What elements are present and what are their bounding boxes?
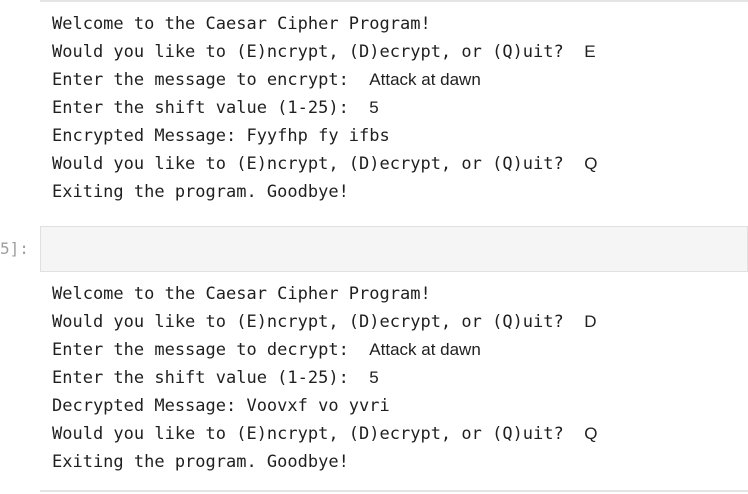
shift-answer: 5 (369, 98, 379, 117)
cell-output-encrypt: Welcome to the Caesar Cipher Program! Wo… (52, 10, 742, 206)
output-line-exit: Exiting the program. Goodbye! (52, 452, 349, 472)
output-line-result: Encrypted Message: Fyyfhp fy ifbs (52, 126, 390, 146)
output-line-exit: Exiting the program. Goodbye! (52, 182, 349, 202)
output-line-result: Decrypted Message: Voovxf vo yvri (52, 396, 390, 416)
shift-answer: 5 (369, 368, 379, 387)
output-line-message-prompt: Enter the message to decrypt: Attack at … (52, 340, 481, 360)
message-answer: Attack at dawn (369, 340, 481, 359)
cell-output-decrypt: Welcome to the Caesar Cipher Program! Wo… (52, 280, 742, 476)
output-line-shift-prompt: Enter the shift value (1-25): 5 (52, 98, 379, 118)
output-line-menu-prompt: Would you like to (E)ncrypt, (D)ecrypt, … (52, 42, 596, 62)
output-line-menu-prompt-2: Would you like to (E)ncrypt, (D)ecrypt, … (52, 154, 598, 174)
code-cell-input[interactable] (40, 226, 748, 272)
cell-execution-count: 5]: (0, 239, 29, 258)
next-cell-border (40, 490, 748, 492)
output-line-shift-prompt: Enter the shift value (1-25): 5 (52, 368, 379, 388)
output-line-menu-prompt-2: Would you like to (E)ncrypt, (D)ecrypt, … (52, 424, 598, 444)
menu-answer-2: Q (584, 154, 598, 173)
menu-answer: E (584, 42, 596, 61)
output-line-message-prompt: Enter the message to encrypt: Attack at … (52, 70, 481, 90)
output-line-welcome: Welcome to the Caesar Cipher Program! (52, 284, 431, 304)
menu-answer: D (584, 312, 597, 331)
output-line-welcome: Welcome to the Caesar Cipher Program! (52, 14, 431, 34)
output-line-menu-prompt: Would you like to (E)ncrypt, (D)ecrypt, … (52, 312, 597, 332)
menu-answer-2: Q (584, 424, 598, 443)
previous-cell-border (40, 0, 748, 2)
message-answer: Attack at dawn (369, 70, 481, 89)
